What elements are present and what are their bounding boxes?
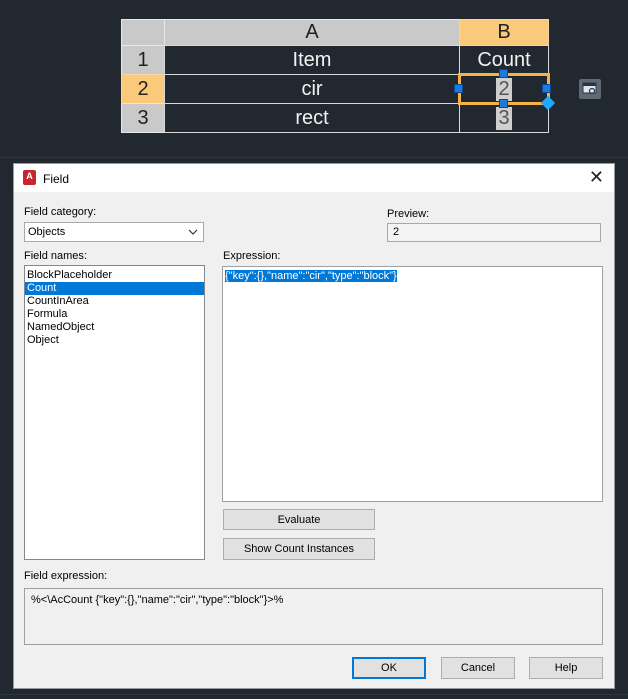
expression-textarea[interactable]: {"key":{},"name":"cir","type":"block"} [222,266,603,502]
field-expression-box: %<\AcCount {"key":{},"name":"cir","type"… [24,588,603,645]
expression-text: {"key":{},"name":"cir","type":"block"} [225,270,397,282]
grip-right[interactable] [542,84,551,93]
evaluate-button[interactable]: Evaluate [223,509,375,530]
table-cell-tool-button[interactable] [579,79,601,99]
canvas-grid-line [0,157,628,158]
show-count-instances-button[interactable]: Show Count Instances [223,538,375,560]
field-names-list[interactable]: BlockPlaceholder Count CountInArea Formu… [24,265,205,560]
table-cell[interactable]: rect [164,103,460,133]
column-header-b[interactable]: B [459,19,549,46]
list-item[interactable]: BlockPlaceholder [25,269,204,282]
cell-value: 2 [496,77,512,101]
row-header-3[interactable]: 3 [121,103,165,133]
row-header-1[interactable]: 1 [121,45,165,75]
autocad-app-icon: A [23,170,36,185]
table-cell[interactable]: Item [164,45,460,75]
table-corner[interactable] [121,19,165,46]
field-category-select[interactable]: Objects [24,222,204,242]
help-button[interactable]: Help [529,657,603,679]
grip-bottom[interactable] [499,99,508,108]
list-item[interactable]: Formula [25,308,204,321]
column-header-a[interactable]: A [164,19,460,46]
cell-value: 3 [496,106,512,130]
field-category-label: Field category: [24,206,97,218]
field-category-value: Objects [28,226,66,238]
preview-label: Preview: [387,208,430,220]
dialog-title: Field [43,172,70,186]
list-item-selected[interactable]: Count [25,282,204,295]
canvas-grid-line [0,694,628,695]
grip-left[interactable] [454,84,463,93]
grip-top[interactable] [499,69,508,78]
list-item[interactable]: Object [25,334,204,347]
window-search-icon [582,82,597,95]
preview-field: 2 [387,223,601,242]
row-header-2[interactable]: 2 [121,74,165,104]
list-item[interactable]: CountInArea [25,295,204,308]
field-expression-label: Field expression: [24,570,108,582]
field-names-label: Field names: [24,250,87,262]
close-icon[interactable]: ✕ [589,168,604,186]
cancel-button[interactable]: Cancel [441,657,515,679]
expression-label: Expression: [223,250,281,262]
chevron-down-icon [188,229,198,235]
table-cell[interactable]: cir [164,74,460,104]
field-expression-text: %<\AcCount {"key":{},"name":"cir","type"… [31,594,284,606]
ok-button[interactable]: OK [352,657,426,679]
field-dialog[interactable]: A Field ✕ Field category: Objects Previe… [13,163,615,689]
dialog-titlebar[interactable]: A Field ✕ [14,164,614,192]
list-item[interactable]: NamedObject [25,321,204,334]
